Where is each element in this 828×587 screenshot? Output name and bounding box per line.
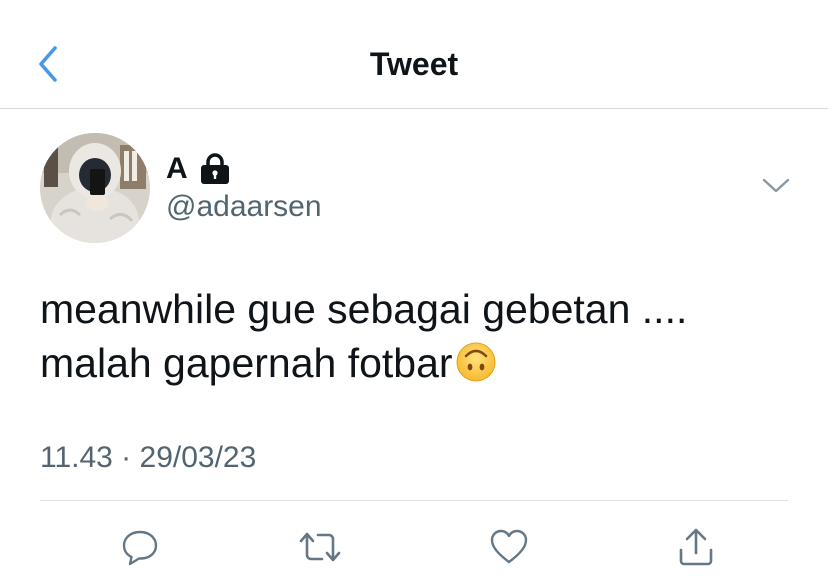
retweet-icon (299, 532, 341, 562)
share-button[interactable] (672, 524, 720, 570)
avatar[interactable] (40, 133, 150, 243)
reply-button[interactable] (116, 524, 164, 570)
author-name: A (166, 152, 188, 185)
author-name-row: A (166, 149, 230, 189)
share-icon (679, 528, 713, 566)
divider (40, 500, 788, 501)
page-title: Tweet (369, 46, 459, 82)
tweet-timestamp: 11.43 · 29/03/23 (40, 441, 257, 474)
chevron-down-icon (762, 178, 790, 193)
tweet-text: meanwhile gue sebagai gebetan .... malah… (40, 282, 800, 396)
retweet-button[interactable] (296, 524, 344, 570)
tweet-text-line-with-emoji: malah gapernah fotbar (40, 336, 800, 396)
heart-icon (490, 529, 528, 564)
upside-down-face-emoji-icon (455, 341, 497, 396)
navigation-bar: Tweet (0, 0, 828, 109)
reply-icon (122, 530, 158, 566)
like-button[interactable] (485, 524, 533, 570)
tweet-text-line: meanwhile gue sebagai gebetan .... (40, 286, 688, 332)
tweet-text-line: malah gapernah fotbar (40, 340, 453, 386)
more-options-button[interactable] (760, 176, 792, 196)
author-handle[interactable]: @adaarsen (166, 189, 322, 225)
lock-icon (200, 153, 230, 185)
